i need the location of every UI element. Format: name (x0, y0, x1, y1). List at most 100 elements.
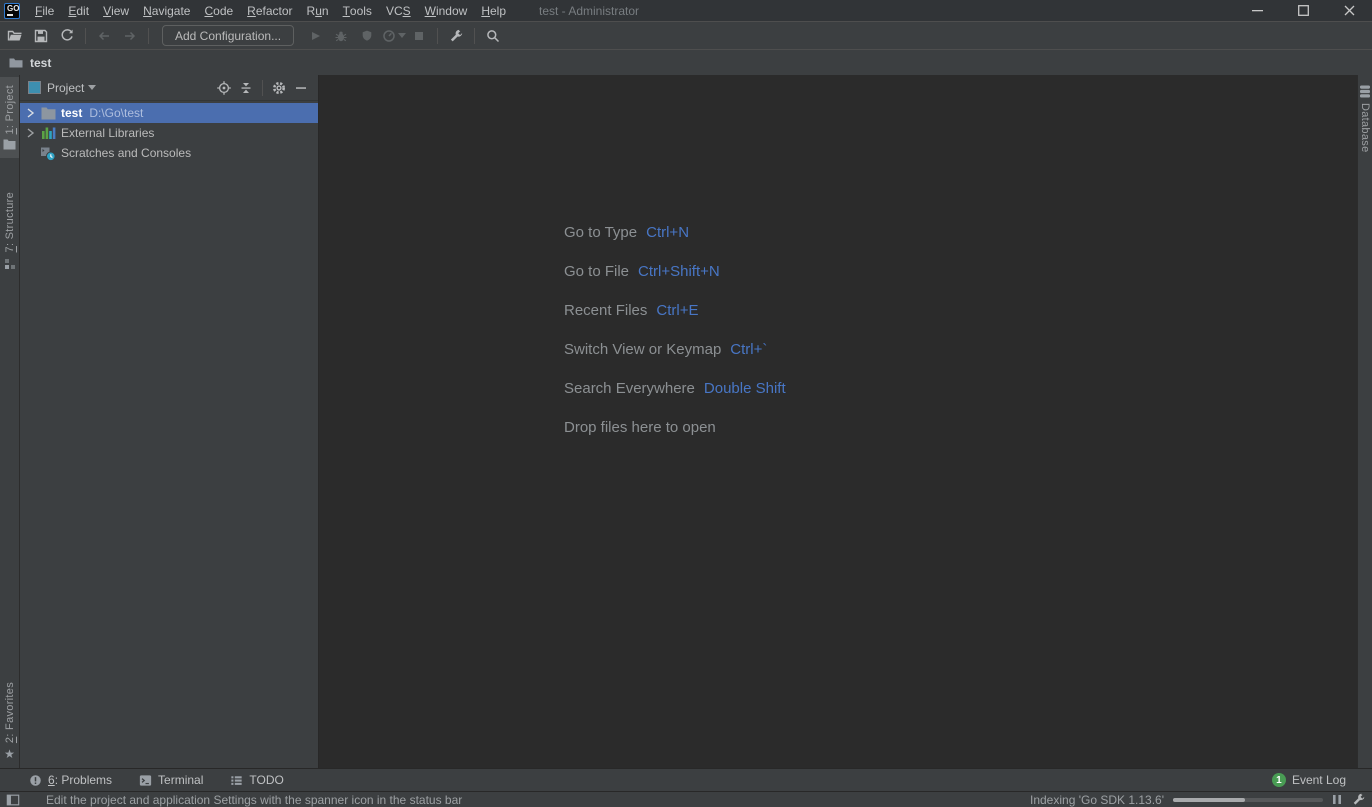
toolwindow-button-problems[interactable]: 6: Problems (28, 773, 112, 788)
project-toolwindow: Project (20, 75, 319, 768)
menu-view[interactable]: View (96, 0, 136, 21)
open-folder-icon (7, 28, 23, 44)
toolwindow-button-project[interactable]: 1: Project (0, 77, 19, 158)
locate-file-button[interactable] (213, 77, 235, 99)
menu-bar: FileEditViewNavigateCodeRefactorRunTools… (28, 0, 513, 21)
tree-item-name: External Libraries (61, 126, 154, 140)
shortcut-label: Switch View or Keymap (564, 341, 721, 358)
chevron-right-icon[interactable] (24, 127, 36, 139)
spanner-icon[interactable] (1351, 792, 1366, 807)
debug-button[interactable] (328, 24, 354, 48)
project-view-selector[interactable]: Project (47, 81, 84, 95)
main-toolbar: Add Configuration... (0, 22, 1372, 50)
pause-icon[interactable] (1332, 794, 1342, 805)
run-play-icon (307, 28, 323, 44)
menu-vcs[interactable]: VCS (379, 0, 418, 21)
back-arrow-icon (96, 28, 112, 44)
folder-icon (40, 105, 56, 121)
todo-list-icon (229, 773, 244, 788)
stop-button[interactable] (406, 24, 432, 48)
target-icon (216, 80, 232, 96)
menu-navigate[interactable]: Navigate (136, 0, 197, 21)
profiler-gauge-icon (381, 28, 397, 44)
folder-icon (8, 55, 24, 71)
bottom-toolwindow-bar: 6: Problems Terminal TODO 1 Event Log (0, 768, 1372, 791)
event-count-badge: 1 (1272, 773, 1286, 787)
window-controls (1234, 0, 1372, 21)
profiler-button[interactable] (380, 24, 406, 48)
chevron-down-icon[interactable] (88, 85, 96, 90)
indexing-label: Indexing 'Go SDK 1.13.6' (1030, 793, 1164, 807)
editor-area: Go to Type Ctrl+N Go to File Ctrl+Shift+… (319, 75, 1357, 768)
toolwindow-button-terminal[interactable]: Terminal (138, 773, 203, 788)
menu-edit[interactable]: Edit (61, 0, 96, 21)
toggle-toolwindows-icon[interactable] (6, 793, 20, 807)
hide-panel-button[interactable] (290, 77, 312, 99)
menu-tools[interactable]: Tools (336, 0, 379, 21)
run-button[interactable] (302, 24, 328, 48)
toolbar-separator (85, 28, 86, 44)
search-everywhere-button[interactable] (480, 24, 506, 48)
gear-icon (271, 80, 287, 96)
coverage-button[interactable] (354, 24, 380, 48)
star-icon: ★ (4, 748, 15, 760)
toolwindow-button-structure[interactable]: 7: Structure (0, 184, 19, 277)
shortcut-hint: Recent Files Ctrl+E (564, 291, 1357, 330)
goland-logo-icon: GO (4, 3, 20, 19)
close-icon (1344, 5, 1355, 16)
shortcut-keys: Ctrl+N (646, 224, 689, 241)
tree-row-external-libraries[interactable]: External Libraries (20, 123, 318, 143)
breadcrumb[interactable]: test (8, 55, 51, 71)
maximize-icon (1298, 5, 1309, 16)
collapse-all-button[interactable] (235, 77, 257, 99)
toolwindow-button-event-log[interactable]: 1 Event Log (1272, 773, 1346, 787)
toolwindow-button-database[interactable]: Database (1358, 77, 1372, 161)
save-button[interactable] (28, 24, 54, 48)
open-button[interactable] (2, 24, 28, 48)
tree-row-scratches[interactable]: Scratches and Consoles (20, 143, 318, 163)
left-toolwindow-stripe: 1: Project 7: Structure 2: Favorites ★ (0, 75, 20, 768)
empty-state-shortcuts: Go to Type Ctrl+N Go to File Ctrl+Shift+… (319, 75, 1357, 447)
menu-window[interactable]: Window (418, 0, 475, 21)
maximize-button[interactable] (1280, 0, 1326, 21)
back-button[interactable] (91, 24, 117, 48)
menu-refactor[interactable]: Refactor (240, 0, 299, 21)
background-task: Indexing 'Go SDK 1.13.6' (1030, 792, 1366, 807)
indexing-progress-bar (1173, 798, 1323, 802)
window-title: test - Administrator (539, 4, 639, 18)
add-configuration-button[interactable]: Add Configuration... (162, 25, 294, 46)
minimize-button[interactable] (1234, 0, 1280, 21)
stop-icon (411, 28, 427, 44)
status-message: Edit the project and application Setting… (46, 793, 462, 807)
toolwindow-button-todo[interactable]: TODO (229, 773, 283, 788)
shortcut-label: Go to Type (564, 224, 637, 241)
forward-arrow-icon (122, 28, 138, 44)
shortcut-keys: Ctrl+E (656, 302, 698, 319)
close-button[interactable] (1326, 0, 1372, 21)
toolwindow-icon (28, 81, 41, 94)
menu-code[interactable]: Code (197, 0, 240, 21)
chevron-right-icon[interactable] (24, 107, 36, 119)
ide-window: GO FileEditViewNavigateCodeRefactorRunTo… (0, 0, 1372, 807)
database-icon (1359, 85, 1371, 98)
title-bar: GO FileEditViewNavigateCodeRefactorRunTo… (0, 0, 1372, 22)
status-bar: Edit the project and application Setting… (0, 791, 1372, 807)
project-tree: test D:\Go\test External Libraries (20, 101, 318, 163)
menu-help[interactable]: Help (474, 0, 513, 21)
project-folder-icon (3, 139, 16, 150)
shortcut-label: Drop files here to open (564, 419, 716, 436)
menu-file[interactable]: File (28, 0, 61, 21)
shortcut-label: Recent Files (564, 302, 647, 319)
sync-button[interactable] (54, 24, 80, 48)
forward-button[interactable] (117, 24, 143, 48)
settings-wrench-button[interactable] (443, 24, 469, 48)
sync-icon (59, 28, 75, 44)
menu-run[interactable]: Run (300, 0, 336, 21)
toolwindow-button-favorites[interactable]: 2: Favorites ★ (0, 674, 19, 768)
shortcut-label: Go to File (564, 263, 629, 280)
tree-row-project-root[interactable]: test D:\Go\test (20, 103, 318, 123)
shortcut-keys: Double Shift (704, 380, 786, 397)
shortcut-keys: Ctrl+Shift+N (638, 263, 720, 280)
scratches-icon (40, 145, 56, 161)
panel-settings-button[interactable] (268, 77, 290, 99)
